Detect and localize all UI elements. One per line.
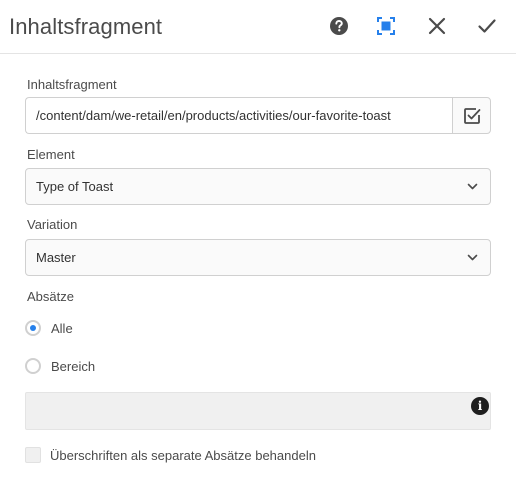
element-select[interactable]: Type of Toast	[25, 168, 491, 205]
headings-checkbox-row: Überschriften als separate Absätze behan…	[25, 447, 316, 463]
element-select-value: Type of Toast	[36, 179, 114, 194]
select-checkbox-icon	[463, 107, 480, 124]
fragment-label: Inhaltsfragment	[27, 77, 117, 92]
close-icon	[428, 17, 446, 35]
element-label: Element	[27, 147, 75, 162]
help-icon	[330, 17, 348, 35]
chevron-down-icon	[467, 183, 478, 190]
fragment-path-input[interactable]: /content/dam/we-retail/en/products/activ…	[25, 97, 453, 134]
dialog-title: Inhaltsfragment	[9, 14, 163, 39]
chevron-down-icon	[467, 254, 478, 261]
radio-range[interactable]: Bereich	[25, 358, 95, 374]
confirm-button[interactable]	[473, 12, 501, 40]
variation-select-value: Master	[36, 250, 76, 265]
dialog-header: Inhaltsfragment	[0, 0, 516, 54]
radio-range-button[interactable]	[25, 358, 41, 374]
paragraphs-label: Absätze	[27, 289, 74, 304]
variation-select[interactable]: Master	[25, 239, 491, 276]
help-button[interactable]	[325, 12, 353, 40]
range-input: i	[25, 392, 491, 430]
close-button[interactable]	[423, 12, 451, 40]
radio-all-button[interactable]	[25, 320, 41, 336]
fullscreen-button[interactable]	[372, 12, 400, 40]
radio-all[interactable]: Alle	[25, 320, 73, 336]
headings-checkbox-label: Überschriften als separate Absätze behan…	[50, 447, 316, 463]
info-icon[interactable]: i	[471, 397, 489, 415]
radio-range-label: Bereich	[51, 358, 96, 374]
checkmark-icon	[478, 19, 496, 33]
radio-all-label: Alle	[51, 320, 73, 336]
fragment-picker-button[interactable]	[452, 97, 491, 134]
fullscreen-icon	[377, 17, 395, 35]
variation-label: Variation	[27, 217, 78, 232]
headings-checkbox	[25, 447, 41, 463]
